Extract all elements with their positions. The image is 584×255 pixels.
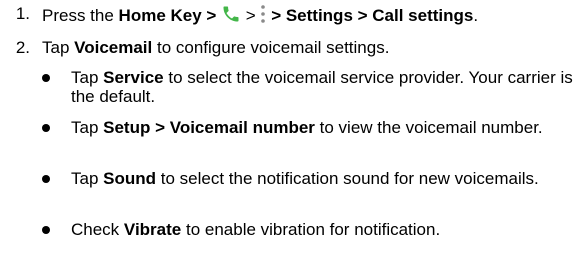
setup-label: Setup > Voicemail number: [103, 118, 315, 137]
step-number: 2.: [15, 38, 30, 57]
bullet-vibrate: Check Vibrate to enable vibration for no…: [71, 220, 441, 239]
bullet-dot: [42, 124, 50, 132]
bullet-service: Tap Service to select the voicemail serv…: [71, 68, 573, 106]
home-key-label: Home Key >: [118, 6, 217, 25]
step-number: 1.: [15, 4, 30, 23]
step-1: 1. Press the Home Key > > > Settings > C…: [0, 4, 478, 25]
instructions-document: 1. Press the Home Key > > > Settings > C…: [0, 0, 584, 255]
phone-icon: [221, 4, 241, 29]
bullet-sound: Tap Sound to select the notification sou…: [71, 169, 539, 188]
step-text: Tap Voicemail to configure voicemail set…: [42, 38, 390, 57]
bullet-dot: [42, 175, 50, 183]
vibrate-label: Vibrate: [123, 220, 182, 239]
settings-path-label: > Settings > Call settings: [271, 6, 474, 25]
bullet-setup: Tap Setup > Voicemail number to view the…: [71, 118, 543, 137]
voicemail-label: Voicemail: [74, 38, 153, 57]
bullet-dot: [42, 74, 50, 82]
step-2: 2. Tap Voicemail to configure voicemail …: [0, 38, 390, 58]
bullet-dot: [42, 226, 50, 234]
step-text: Press the Home Key > > > Settings > Call…: [42, 4, 478, 29]
sound-label: Sound: [103, 169, 157, 188]
service-label: Service: [103, 68, 164, 87]
